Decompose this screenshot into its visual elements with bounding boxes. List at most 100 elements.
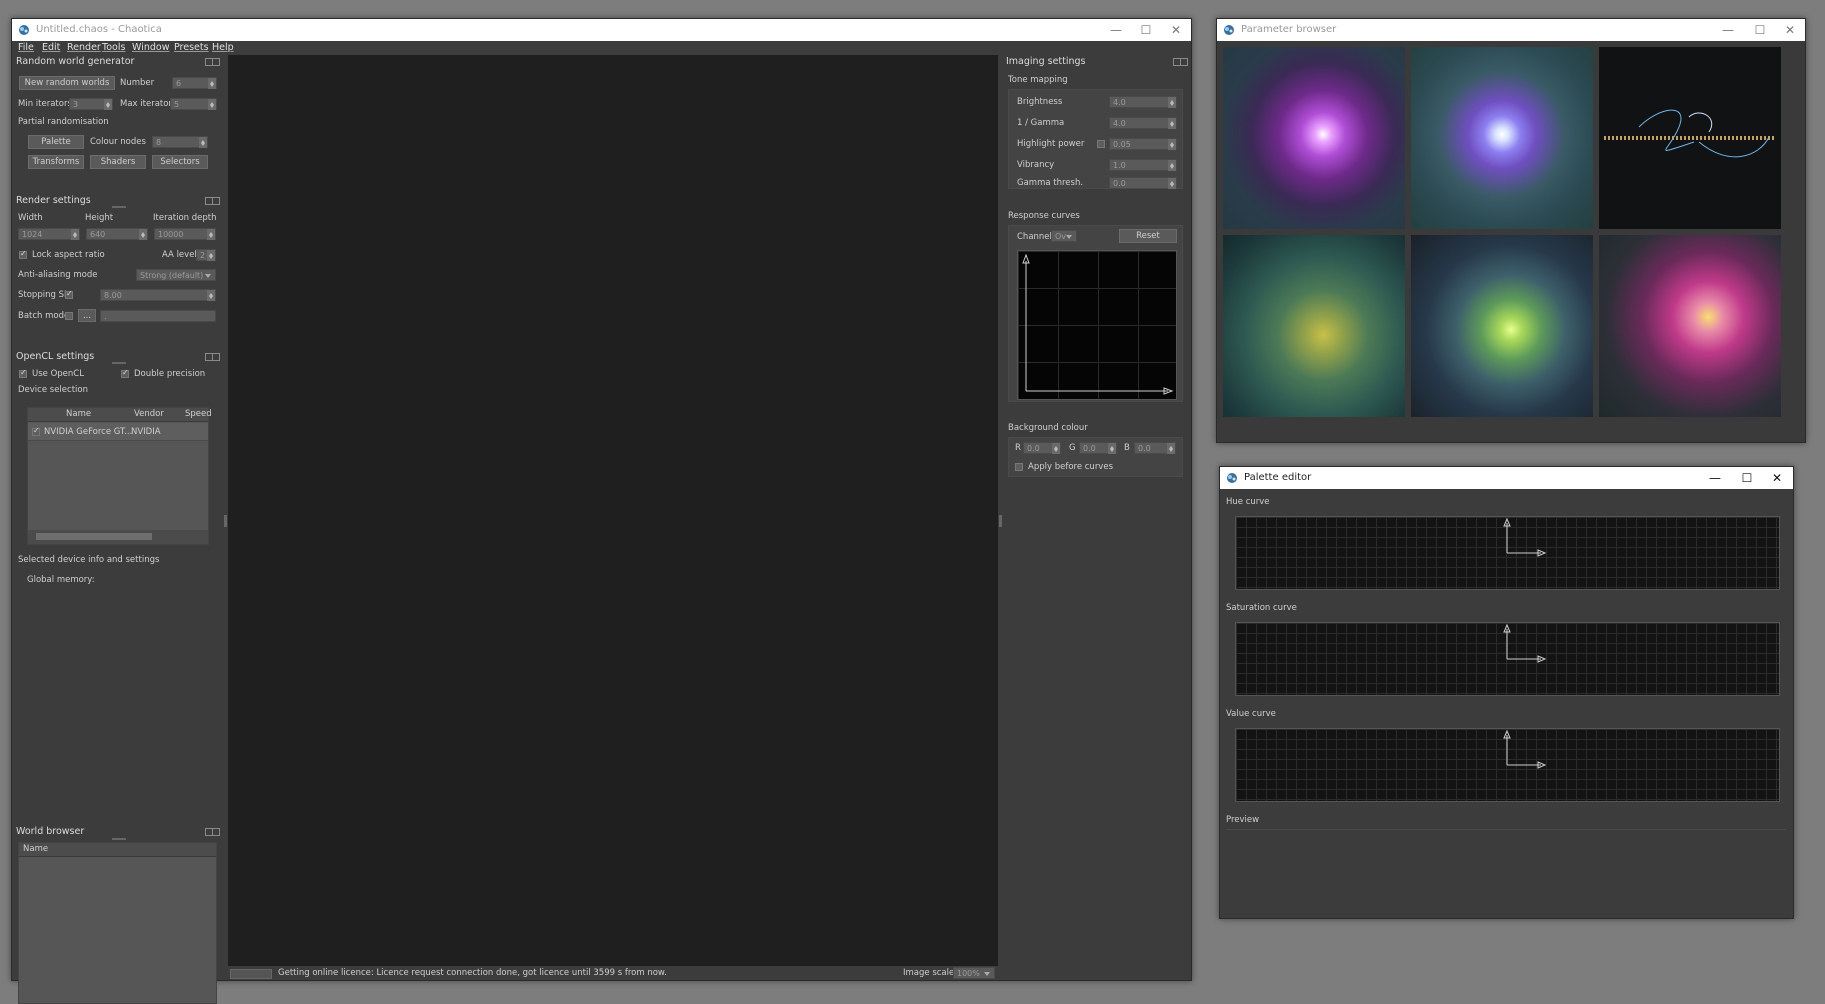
b-label: B <box>1124 443 1130 453</box>
g-spinbox[interactable]: 0.0 <box>1079 442 1117 454</box>
minimize-icon[interactable]: — <box>1713 19 1743 41</box>
highlight-power-label: Highlight power <box>1017 139 1085 149</box>
gamma-spinbox[interactable]: 4.0 <box>1109 117 1177 129</box>
panel-splitter-grip[interactable] <box>112 838 126 840</box>
panel-splitter-grip[interactable] <box>112 362 126 364</box>
close-icon[interactable]: ✕ <box>1775 19 1805 41</box>
number-spinbox[interactable]: 6 <box>172 77 217 89</box>
lock-aspect-checkbox[interactable] <box>19 249 27 259</box>
panel-splitter-grip[interactable] <box>112 206 126 208</box>
scrollbar-thumb[interactable] <box>36 533 152 540</box>
double-precision-checkbox[interactable] <box>121 368 129 378</box>
menu-edit[interactable]: Edit <box>42 42 60 53</box>
use-opencl-checkbox[interactable] <box>19 368 27 378</box>
palette-editor-window: Palette editor — ☐ ✕ Hue curve Saturatio… <box>1219 466 1794 919</box>
channel-dropdown[interactable]: Ov <box>1051 230 1077 242</box>
dock-float-icon[interactable] <box>205 828 220 836</box>
transforms-button[interactable]: Transforms <box>28 155 84 169</box>
minimize-icon[interactable]: — <box>1700 467 1730 489</box>
fractal-thumbnail[interactable] <box>1223 235 1405 417</box>
image-scale-dropdown[interactable]: 100% <box>953 967 995 979</box>
column-speed[interactable]: Speed <box>185 409 212 419</box>
parameter-browser-titlebar[interactable]: Parameter browser — ☐ ✕ <box>1217 19 1805 41</box>
left-panel: Random world generator New random worlds… <box>12 55 224 1004</box>
menu-help[interactable]: Help <box>212 42 234 53</box>
horizontal-scrollbar[interactable] <box>28 530 208 544</box>
response-curve-editor[interactable] <box>1017 250 1177 400</box>
fractal-thumbnail[interactable] <box>1411 235 1593 417</box>
iteration-depth-spinbox[interactable]: 10000 <box>154 228 216 240</box>
b-spinbox[interactable]: 0.0 <box>1134 442 1176 454</box>
close-icon[interactable]: ✕ <box>1762 467 1792 489</box>
hue-curve-editor[interactable] <box>1235 516 1780 590</box>
dock-float-icon[interactable] <box>1173 58 1188 66</box>
palette-editor-titlebar[interactable]: Palette editor — ☐ ✕ <box>1220 467 1793 489</box>
stopping-sl-checkbox[interactable] <box>65 289 73 299</box>
maximize-icon[interactable]: ☐ <box>1131 19 1161 41</box>
fractal-thumbnail[interactable] <box>1599 235 1781 417</box>
minimize-icon[interactable]: — <box>1101 19 1131 41</box>
column-vendor[interactable]: Vendor <box>134 409 164 419</box>
reset-button[interactable]: Reset <box>1119 229 1177 243</box>
new-random-worlds-button[interactable]: New random worlds <box>19 76 115 90</box>
channel-label: Channel: <box>1017 232 1055 242</box>
max-iterators-spinbox[interactable]: 5 <box>170 98 217 110</box>
dock-float-icon[interactable] <box>205 353 220 361</box>
palette-preview <box>1226 829 1787 830</box>
menu-window[interactable]: Window <box>132 42 169 53</box>
gamma-thresh-label: Gamma thresh. <box>1017 178 1084 188</box>
batch-path-field[interactable]: . <box>100 310 216 322</box>
width-label: Width <box>18 213 43 223</box>
render-canvas[interactable] <box>228 55 998 966</box>
parameter-browser-title: Parameter browser <box>1241 24 1337 35</box>
world-browser-header-row: Name <box>19 843 216 857</box>
main-titlebar[interactable]: Untitled.chaos - Chaotica — ☐ ✕ <box>12 19 1191 41</box>
max-iterators-label: Max iterators <box>120 99 177 109</box>
menu-file[interactable]: File <box>18 42 34 53</box>
device-enable-checkbox[interactable] <box>32 426 40 436</box>
width-spinbox[interactable]: 1024 <box>18 228 80 240</box>
menu-presets[interactable]: Presets <box>174 42 209 53</box>
menu-tools[interactable]: Tools <box>102 42 125 53</box>
selectors-button[interactable]: Selectors <box>152 155 208 169</box>
batch-mode-checkbox[interactable] <box>65 312 73 320</box>
menu-bar: File Edit Render Tools Window Presets He… <box>12 41 1191 55</box>
thumbnail-grid <box>1223 47 1801 437</box>
brightness-spinbox[interactable]: 4.0 <box>1109 96 1177 108</box>
shaders-button[interactable]: Shaders <box>90 155 146 169</box>
gamma-thresh-spinbox[interactable]: 0.0 <box>1109 177 1177 189</box>
highlight-power-checkbox[interactable] <box>1097 140 1105 148</box>
column-name[interactable]: Name <box>66 409 91 419</box>
maximize-icon[interactable]: ☐ <box>1745 19 1775 41</box>
highlight-power-spinbox[interactable]: 0.05 <box>1109 138 1177 150</box>
vibrancy-spinbox[interactable]: 1.0 <box>1109 159 1177 171</box>
left-splitter-handle[interactable] <box>224 515 227 527</box>
r-spinbox[interactable]: 0.0 <box>1023 442 1061 454</box>
world-browser-list[interactable]: Name <box>18 842 217 1004</box>
curve-axes <box>1503 517 1547 557</box>
close-icon[interactable]: ✕ <box>1161 19 1191 41</box>
dock-float-icon[interactable] <box>205 197 220 205</box>
colour-nodes-spinbox[interactable]: 8 <box>152 136 208 148</box>
apply-before-curves-checkbox[interactable] <box>1015 463 1023 471</box>
fractal-curve-art <box>1604 109 1774 158</box>
stopping-sl-spinbox[interactable]: 8.00 <box>100 289 216 301</box>
palette-button[interactable]: Palette <box>28 135 84 149</box>
fractal-thumbnail[interactable] <box>1411 47 1593 229</box>
aa-mode-dropdown[interactable]: Strong (default) <box>136 269 216 281</box>
table-row[interactable]: NVIDIA GeForce GT... NVIDIA <box>28 423 208 441</box>
min-iterators-spinbox[interactable]: 3 <box>69 98 113 110</box>
menu-render[interactable]: Render <box>67 42 101 53</box>
fractal-thumbnail[interactable] <box>1223 47 1405 229</box>
height-spinbox[interactable]: 640 <box>86 228 148 240</box>
saturation-curve-editor[interactable] <box>1235 622 1780 696</box>
render-settings-header: Render settings <box>16 195 91 206</box>
aa-level-spinbox[interactable]: 2 <box>196 249 216 261</box>
dock-float-icon[interactable] <box>205 58 220 66</box>
value-curve-editor[interactable] <box>1235 728 1780 802</box>
batch-browse-button[interactable]: ... <box>78 309 96 322</box>
maximize-icon[interactable]: ☐ <box>1732 467 1762 489</box>
column-name[interactable]: Name <box>23 844 48 854</box>
device-selection-label: Device selection <box>18 385 88 395</box>
fractal-thumbnail[interactable] <box>1599 47 1781 229</box>
